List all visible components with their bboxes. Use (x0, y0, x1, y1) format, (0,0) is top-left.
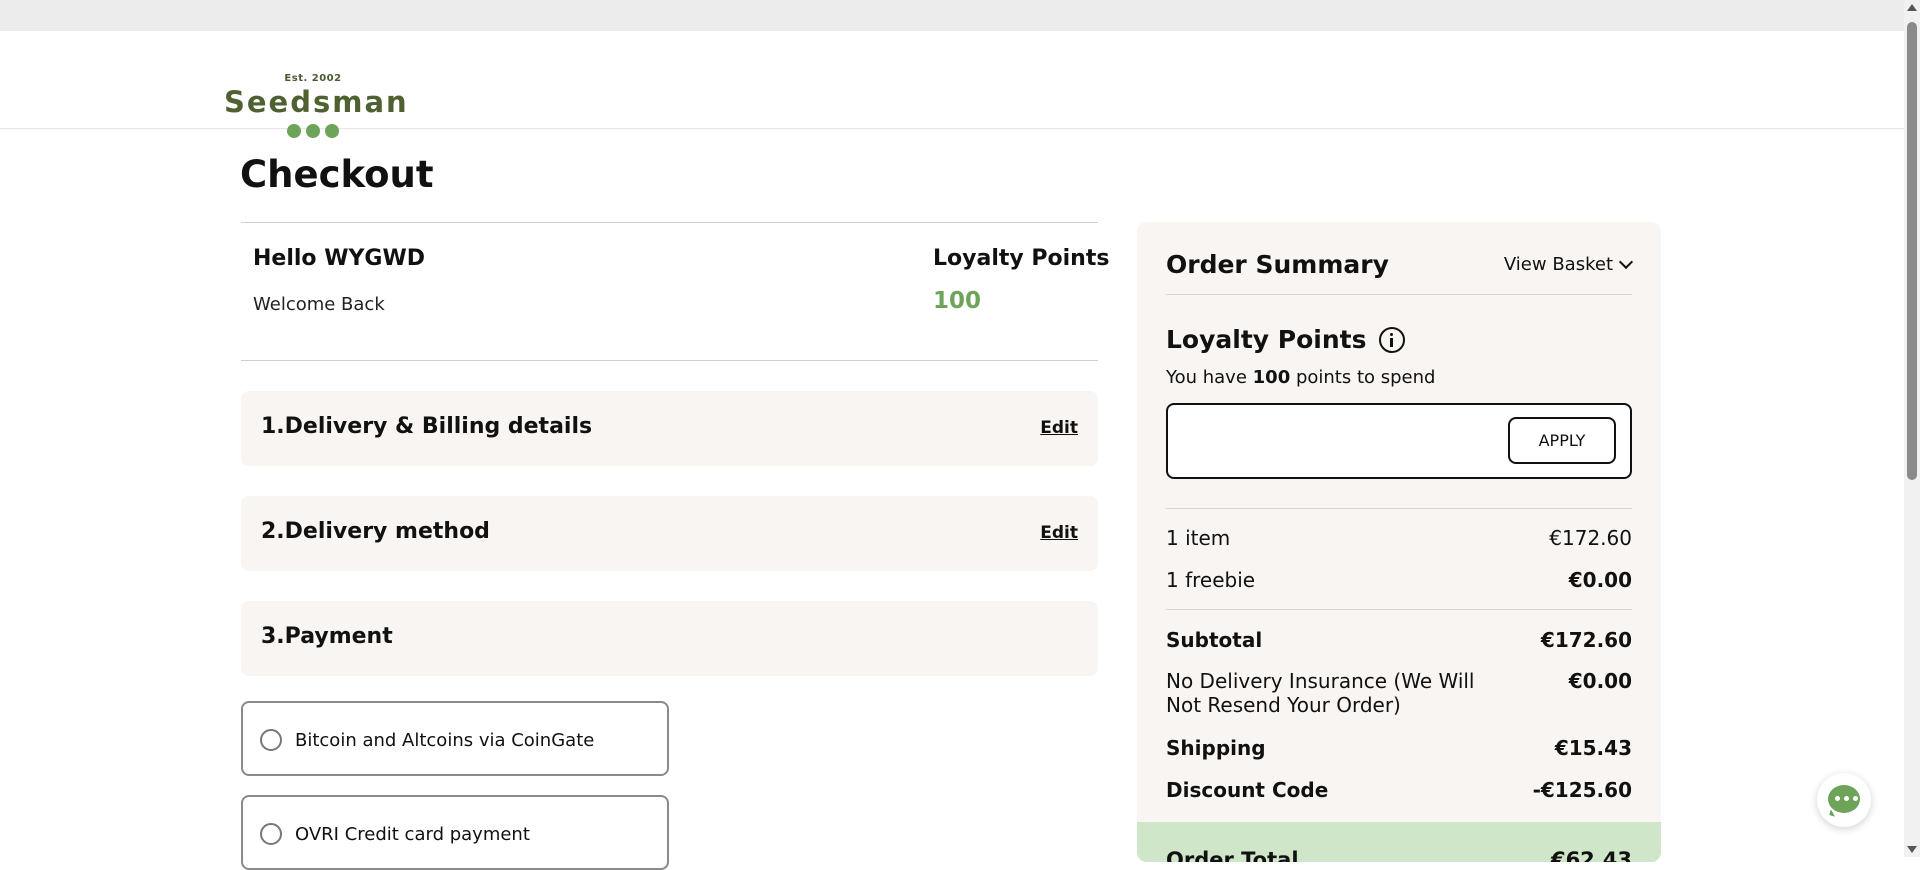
spend-suffix: points to spend (1290, 367, 1436, 388)
welcome-text: Welcome Back (253, 294, 385, 315)
greeting: Hello WYGWD (253, 246, 425, 271)
view-basket-toggle[interactable]: View Basket (1503, 254, 1634, 275)
loyalty-points-input-box: APPLY (1166, 403, 1632, 479)
logo-dot (306, 124, 320, 138)
line-value: €172.60 (1540, 628, 1632, 652)
step-title: 2.Delivery method (261, 519, 490, 544)
line-label: No Delivery Insurance (We Will Not Resen… (1166, 669, 1475, 717)
apply-points-button[interactable]: APPLY (1508, 417, 1616, 464)
logo-est-text: Est. 2002 (284, 73, 342, 84)
page-scrollbar[interactable] (1904, 0, 1920, 857)
site-header: Est. 2002 Seedsman (0, 31, 1904, 138)
seedsman-logo[interactable]: Est. 2002 Seedsman (224, 71, 409, 153)
divider (241, 222, 1098, 223)
edit-delivery-billing-link[interactable]: Edit (1040, 418, 1078, 438)
step-title: 3.Payment (261, 624, 393, 649)
loyalty-points-input[interactable] (1178, 415, 1508, 467)
line-label: Shipping (1166, 736, 1266, 760)
step-title: 1.Delivery & Billing details (261, 414, 593, 439)
logo-dot (325, 124, 339, 138)
browser-top-strip (0, 0, 1904, 31)
scrollbar-thumb[interactable] (1907, 22, 1917, 480)
divider (1166, 609, 1632, 610)
line-label: Discount Code (1166, 778, 1329, 802)
order-summary-panel: Order Summary View Basket Loyalty Points… (1137, 222, 1661, 862)
order-total-value: €62.43 (1550, 848, 1632, 862)
chat-button[interactable] (1817, 773, 1871, 827)
payment-option-coingate[interactable]: Bitcoin and Altcoins via CoinGate (241, 701, 669, 776)
divider (1166, 508, 1632, 509)
loyalty-points-label: Loyalty Points (933, 246, 1110, 271)
step-delivery-method[interactable]: 2.Delivery method Edit (241, 496, 1098, 571)
divider (241, 360, 1098, 361)
scroll-down-arrow-icon[interactable] (1907, 846, 1917, 853)
step-delivery-billing[interactable]: 1.Delivery & Billing details Edit (241, 391, 1098, 466)
payment-option-ovri[interactable]: OVRI Credit card payment (241, 795, 669, 870)
line-value: €0.00 (1568, 568, 1632, 592)
edit-delivery-method-link[interactable]: Edit (1040, 523, 1078, 543)
chevron-down-icon (1618, 254, 1634, 270)
order-total-label: Order Total (1166, 848, 1299, 862)
loyalty-points-available: You have 100 points to spend (1166, 367, 1435, 388)
loyalty-points-title: Loyalty Points (1166, 325, 1367, 354)
payment-option-label: OVRI Credit card payment (295, 824, 530, 845)
line-value: €172.60 (1549, 526, 1632, 550)
payment-option-label: Bitcoin and Altcoins via CoinGate (295, 730, 595, 751)
step-payment[interactable]: 3.Payment (241, 601, 1098, 676)
loyalty-points-value: 100 (933, 288, 982, 314)
radio-button[interactable] (260, 823, 282, 845)
chat-dots (1835, 796, 1858, 801)
logo-dot (287, 124, 301, 138)
info-icon[interactable] (1378, 326, 1405, 353)
order-total-band: Order Total €62.43 (1137, 822, 1661, 862)
logo-brand-text: Seedsman (224, 85, 409, 119)
spend-points: 100 (1252, 367, 1291, 388)
view-basket-label: View Basket (1503, 254, 1613, 275)
line-label: 1 item (1166, 526, 1231, 550)
line-label: Subtotal (1166, 628, 1263, 652)
loyalty-points-heading: Loyalty Points (1166, 325, 1405, 354)
scroll-up-arrow-icon[interactable] (1907, 4, 1917, 11)
page-title: Checkout (240, 153, 434, 196)
line-value: €15.43 (1554, 736, 1632, 760)
radio-button[interactable] (260, 729, 282, 751)
line-label: 1 freebie (1166, 568, 1256, 592)
line-value: -€125.60 (1532, 778, 1632, 802)
spend-prefix: You have (1166, 367, 1253, 388)
logo-dots (224, 124, 402, 138)
divider (1166, 294, 1632, 295)
line-value: €0.00 (1568, 669, 1632, 693)
order-summary-title: Order Summary (1166, 250, 1389, 279)
